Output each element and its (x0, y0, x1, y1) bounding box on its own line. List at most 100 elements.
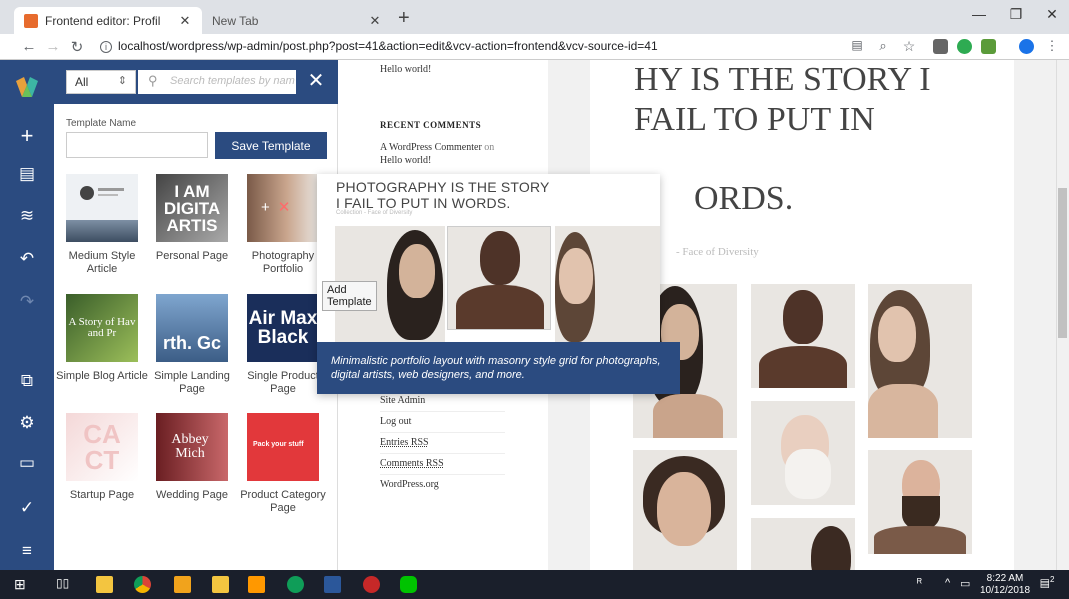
settings-gear-icon[interactable]: ⚙ (0, 408, 54, 438)
meta-link-entries-rss[interactable]: Entries RSS (380, 437, 429, 448)
thumb-text: CA CT (83, 419, 121, 475)
sublime-text-icon[interactable] (248, 576, 265, 593)
windows-taskbar: ⊞ ▯▯ ᴿ ^ ▭ 8:22 AM 10/12/2018 ▤2 (0, 570, 1069, 599)
save-template-button[interactable]: Save Template (215, 132, 327, 159)
comment-post-link[interactable]: Hello world! (380, 155, 431, 166)
meta-link-site-admin[interactable]: Site Admin (380, 395, 425, 406)
action-center-icon[interactable]: ▤2 (1038, 575, 1056, 593)
page-heading-end: ORDS. (694, 180, 794, 217)
template-thumb-simple-blog-article[interactable]: A Story of Hav and Pr (66, 294, 138, 362)
template-label: Single Product Page (247, 370, 319, 395)
template-filter-select[interactable]: All ⇕ (66, 70, 136, 94)
menu-kebab-icon[interactable]: ⋮ (1043, 38, 1061, 54)
reload-icon[interactable]: ↻ (68, 38, 86, 56)
tab-frontend-editor[interactable]: Frontend editor: Profil ✕ (14, 7, 202, 34)
media-player-icon[interactable] (174, 576, 191, 593)
editor-icon-bar: + ▤ ≋ ↶ ↷ ⧉ ⚙ ▭ ✓ ≡ (0, 60, 54, 570)
add-template-plus-icon[interactable]: + (261, 199, 270, 216)
comment-author-link[interactable]: A WordPress Commenter (380, 142, 482, 153)
template-thumb-single-product-page[interactable]: Air Max Black (247, 294, 319, 362)
template-label: Product Category Page (240, 489, 326, 514)
tab-close-icon[interactable]: ✕ (178, 13, 192, 29)
template-name-input[interactable] (66, 132, 208, 158)
translate-icon[interactable]: ▤ (848, 38, 866, 52)
extension-icon[interactable] (981, 39, 996, 54)
paint-app-icon[interactable] (363, 576, 380, 593)
restore-icon[interactable]: ❐ (1001, 6, 1031, 23)
page-heading: HY IS THE STORY I FAIL TO PUT IN (634, 61, 931, 138)
add-element-plus-icon[interactable]: + (0, 121, 54, 151)
windows-start-icon[interactable]: ⊞ (14, 577, 28, 591)
template-thumb-medium-style-article[interactable] (66, 174, 138, 242)
zoom-icon[interactable]: ⌕ (874, 38, 892, 54)
undo-icon[interactable]: ↶ (0, 244, 54, 274)
portrait-photo (868, 284, 972, 438)
hangouts-icon[interactable] (287, 576, 304, 593)
site-info-icon[interactable]: i (100, 41, 112, 53)
word-icon[interactable] (324, 576, 341, 593)
layers-icon[interactable]: ≋ (0, 201, 54, 231)
preview-description: Minimalistic portfolio layout with mason… (317, 342, 680, 394)
browser-tab-strip: Frontend editor: Profil ✕ New Tab ✕ + — … (0, 0, 1069, 34)
remove-template-icon[interactable]: ✕ (278, 199, 291, 216)
hangouts-extension-icon[interactable] (957, 39, 972, 54)
template-thumb-simple-landing-page[interactable]: rth. Gc (156, 294, 228, 362)
template-thumb-wedding-page[interactable]: Abbey Mich (156, 413, 228, 481)
template-thumb-product-category-page[interactable]: Pack your stuff (247, 413, 319, 481)
preview-photo (447, 226, 551, 330)
template-name-label: Template Name (66, 118, 137, 129)
visual-composer-logo-icon[interactable] (0, 72, 54, 102)
hub-icon[interactable]: ▭ (0, 448, 54, 478)
bookmark-star-icon[interactable]: ☆ (900, 38, 918, 55)
meta-link-wordpress-org[interactable]: WordPress.org (380, 479, 439, 490)
task-view-icon[interactable]: ▯▯ (56, 576, 73, 593)
notes-app-icon[interactable] (212, 576, 229, 593)
comment-on-text: on (484, 142, 495, 153)
back-arrow-icon[interactable]: ← (20, 38, 38, 55)
select-arrows-icon: ⇕ (117, 75, 127, 87)
scrollbar-thumb[interactable] (1058, 188, 1067, 338)
meta-link-log-out[interactable]: Log out (380, 416, 411, 427)
tab-new-tab[interactable]: New Tab ✕ (202, 7, 392, 34)
line-app-icon[interactable] (400, 576, 417, 593)
taskbar-clock[interactable]: 8:22 AM 10/12/2018 (980, 573, 1030, 597)
thumb-text: Abbey Mich (171, 432, 209, 461)
publish-check-icon[interactable]: ✓ (0, 493, 54, 523)
network-icon[interactable]: ▭ (960, 577, 970, 590)
preview-subtitle: Collection - Face of Diversity (336, 210, 413, 216)
new-tab-plus-icon[interactable]: + (398, 8, 410, 28)
divider (380, 432, 505, 433)
minimize-icon[interactable]: — (964, 6, 994, 22)
file-explorer-icon[interactable] (96, 576, 113, 593)
forward-arrow-icon[interactable]: → (44, 38, 62, 55)
hamburger-menu-icon[interactable]: ≡ (0, 536, 54, 566)
meta-link-comments-rss[interactable]: Comments RSS (380, 458, 444, 469)
template-label: Simple Landing Page (154, 370, 230, 395)
templates-icon[interactable]: ▤ (0, 159, 54, 189)
tab-close-icon[interactable]: ✕ (368, 13, 382, 29)
address-bar[interactable]: i localhost/wordpress/wp-admin/post.php?p… (100, 39, 658, 53)
close-panel-icon[interactable]: ✕ (304, 68, 328, 93)
chrome-icon[interactable] (134, 576, 151, 593)
people-icon[interactable]: ᴿ (917, 577, 922, 589)
profile-avatar-icon[interactable] (1019, 39, 1034, 54)
template-search-input[interactable]: ⚲ Search templates by nam (138, 70, 296, 94)
tray-expand-icon[interactable]: ^ (945, 577, 950, 589)
clock-date: 10/12/2018 (980, 585, 1031, 596)
sidebar-post-link[interactable]: Hello world! (380, 64, 431, 75)
responsive-view-icon[interactable]: ⧉ (0, 366, 54, 396)
extension-icon[interactable] (933, 39, 948, 54)
template-thumb-startup-page[interactable]: CA CT (66, 413, 138, 481)
thumb-text: Pack your stuff (253, 441, 304, 448)
divider (380, 411, 505, 412)
templates-panel-header: All ⇕ ⚲ Search templates by nam ✕ (54, 60, 338, 104)
redo-icon[interactable]: ↷ (0, 287, 54, 317)
window-close-icon[interactable]: ✕ (1037, 6, 1067, 23)
template-thumb-personal-page[interactable]: I AM DIGITA ARTIS (156, 174, 228, 242)
template-label: Wedding Page (156, 489, 228, 501)
tile-controls: + ✕ (261, 198, 290, 216)
thumb-text: Air Max Black (248, 308, 318, 348)
divider (380, 474, 505, 475)
recent-comment: A WordPress Commenter on (380, 142, 494, 153)
template-label: Simple Blog Article (56, 370, 148, 382)
